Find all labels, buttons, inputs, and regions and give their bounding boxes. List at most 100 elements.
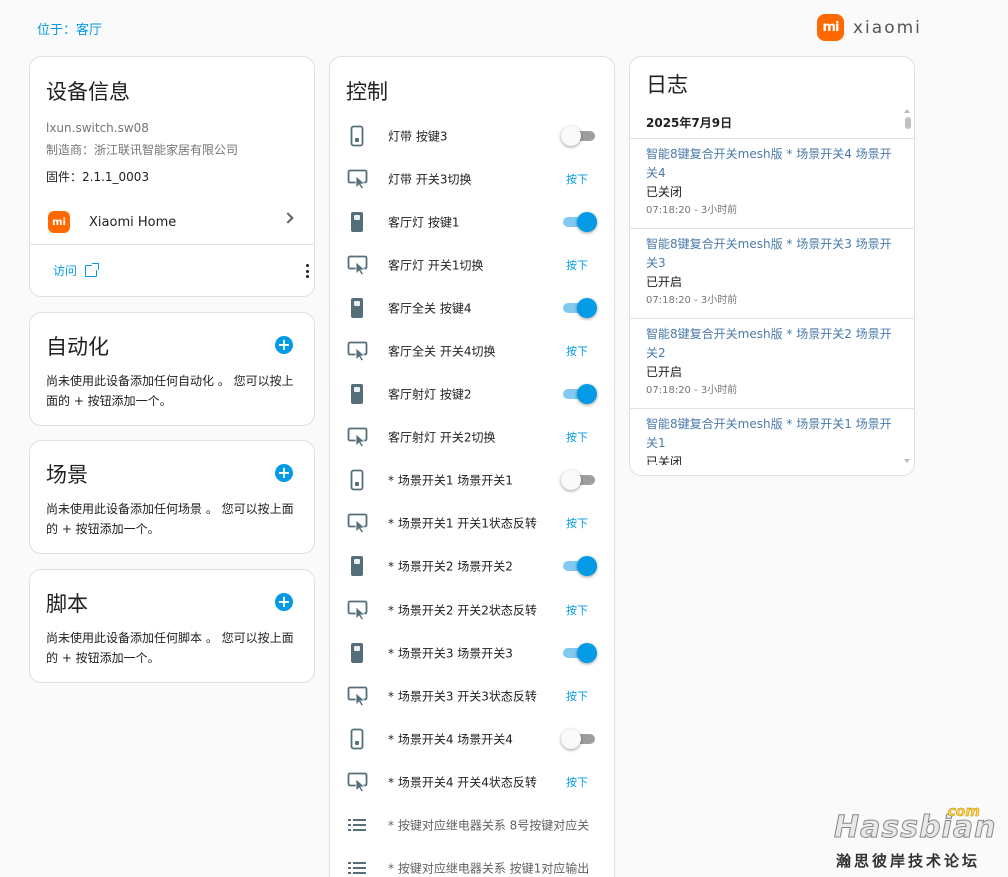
log-entry: 智能8键复合开关mesh版 * 场景开关2 场景开关2 已开启 07:18:20 -…: [630, 319, 914, 409]
add-automation-icon[interactable]: +: [275, 336, 293, 354]
watermark-suffix: com: [947, 804, 980, 821]
control-label: * 场景开关4 场景开关4: [388, 732, 513, 747]
log-state: 已关闭: [646, 185, 683, 199]
control-row-button[interactable]: 客厅灯 开关1切换 按下: [330, 243, 614, 286]
logbook-list[interactable]: 2025年7月9日 智能8键复合开关mesh版 * 场景开关4 场景开关4 已关闭…: [630, 107, 914, 465]
log-entity-link[interactable]: 智能8键复合开关mesh版 * 场景开关2 场景开关2: [646, 325, 898, 363]
press-button[interactable]: 按下: [566, 602, 588, 618]
device-model: lxun.switch.sw08: [46, 121, 149, 135]
press-button[interactable]: 按下: [566, 515, 588, 531]
control-label: * 场景开关4 开关4状态反转: [388, 775, 537, 790]
device-info-title: 设备信息: [46, 80, 130, 104]
control-row-switch[interactable]: * 场景开关1 场景开关1: [330, 459, 614, 502]
automation-empty-text: 尚未使用此设备添加任何自动化 。 您可以按上面的 + 按钮添加一个。: [46, 374, 294, 408]
press-button[interactable]: 按下: [566, 171, 588, 187]
control-label: 客厅射灯 开关2切换: [388, 430, 496, 445]
logbook-title: 日志: [646, 73, 688, 97]
toggle-switch[interactable]: [561, 728, 597, 749]
device-manufacturer: 制造商：浙江联讯智能家居有限公司: [46, 143, 239, 157]
script-card: 脚本 + 尚未使用此设备添加任何脚本 。 您可以按上面的 + 按钮添加一个。: [29, 569, 315, 683]
control-row-switch[interactable]: 客厅射灯 按键2: [330, 373, 614, 416]
more-options-icon[interactable]: [302, 262, 312, 280]
log-entry: 智能8键复合开关mesh版 * 场景开关3 场景开关3 已开启 07:18:20 -…: [630, 229, 914, 319]
gesture-tap-button-icon: [347, 771, 368, 793]
scene-empty-text: 尚未使用此设备添加任何场景 。 您可以按上面的 + 按钮添加一个。: [46, 502, 294, 536]
scroll-up-arrow-icon[interactable]: [904, 109, 910, 113]
log-entity-link[interactable]: 智能8键复合开关mesh版 * 场景开关3 场景开关3: [646, 235, 898, 273]
control-label: 客厅全关 开关4切换: [388, 344, 496, 359]
control-row-switch[interactable]: * 场景开关2 场景开关2: [330, 545, 614, 588]
toggle-switch[interactable]: [563, 297, 597, 318]
light-switch-icon: [347, 211, 367, 233]
scroll-down-arrow-icon[interactable]: [904, 459, 910, 463]
automation-card: 自动化 + 尚未使用此设备添加任何自动化 。 您可以按上面的 + 按钮添加一个。: [29, 312, 315, 426]
mi-logo-icon: mi: [817, 14, 844, 41]
gesture-tap-button-icon: [347, 512, 368, 534]
breadcrumb[interactable]: 位于：客厅: [37, 19, 102, 38]
visit-label: 访问: [53, 264, 78, 278]
press-button[interactable]: 按下: [566, 429, 588, 445]
control-label: 灯带 按键3: [388, 129, 448, 144]
script-empty-text: 尚未使用此设备添加任何脚本 。 您可以按上面的 + 按钮添加一个。: [46, 631, 294, 665]
control-row-button[interactable]: * 场景开关2 开关2状态反转 按下: [330, 588, 614, 631]
control-label: * 场景开关1 开关1状态反转: [388, 516, 537, 531]
toggle-switch[interactable]: [563, 211, 597, 232]
log-entity-link[interactable]: 智能8键复合开关mesh版 * 场景开关1 场景开关1: [646, 415, 898, 453]
light-switch-icon: [347, 297, 367, 319]
controls-list: 灯带 按键3 灯带 开关3切换 按下 客厅灯 按键1 客厅灯 开关1切换 按下 客厅全关 按…: [330, 114, 614, 877]
integration-row[interactable]: mi Xiaomi Home: [30, 200, 314, 244]
control-label: * 场景开关2 开关2状态反转: [388, 603, 537, 618]
toggle-switch[interactable]: [561, 470, 597, 491]
control-row-button[interactable]: * 场景开关3 开关3状态反转 按下: [330, 674, 614, 717]
log-state: 已开启: [646, 365, 683, 379]
toggle-switch[interactable]: [563, 556, 597, 577]
control-label: * 按键对应继电器关系 按键1对应输出: [388, 861, 590, 876]
press-button[interactable]: 按下: [566, 257, 588, 273]
watermark-subtitle: 瀚思彼岸技术论坛: [836, 852, 981, 870]
control-row-button[interactable]: * 场景开关4 开关4状态反转 按下: [330, 760, 614, 803]
toggle-switch[interactable]: [563, 384, 597, 405]
control-row-button[interactable]: * 场景开关1 开关1状态反转 按下: [330, 502, 614, 545]
control-row-button[interactable]: 灯带 开关3切换 按下: [330, 157, 614, 200]
visit-link[interactable]: 访问: [53, 262, 100, 279]
log-entity-link[interactable]: 智能8键复合开关mesh版 * 场景开关4 场景开关4: [646, 145, 898, 183]
light-switch-icon: [347, 383, 367, 405]
press-button[interactable]: 按下: [566, 343, 588, 359]
log-time: 07:18:20 - 3小时前: [646, 385, 738, 396]
gesture-tap-button-icon: [347, 340, 368, 362]
control-row-button[interactable]: 客厅射灯 开关2切换 按下: [330, 416, 614, 459]
add-scene-icon[interactable]: +: [275, 464, 293, 482]
logbook-card: 日志 2025年7月9日 智能8键复合开关mesh版 * 场景开关4 场景开关4…: [629, 56, 915, 476]
control-row-switch[interactable]: 客厅灯 按键1: [330, 200, 614, 243]
toggle-switch[interactable]: [563, 642, 597, 663]
chevron-right-icon: [282, 212, 294, 224]
control-label: 客厅射灯 按键2: [388, 387, 472, 402]
control-row-select[interactable]: * 按键对应继电器关系 8号按键对应关: [330, 804, 614, 847]
control-row-button[interactable]: 客厅全关 开关4切换 按下: [330, 329, 614, 372]
control-row-switch[interactable]: 灯带 按键3: [330, 114, 614, 157]
scrollbar-thumb[interactable]: [905, 117, 911, 129]
log-entry: 智能8键复合开关mesh版 * 场景开关4 场景开关4 已关闭 07:18:20 -…: [630, 139, 914, 229]
format-list-bulleted-icon: [347, 814, 367, 836]
device-info-card: 设备信息 lxun.switch.sw08 制造商：浙江联讯智能家居有限公司 固…: [29, 56, 315, 297]
open-external-icon: [85, 262, 100, 277]
log-time: 07:18:20 - 3小时前: [646, 205, 738, 216]
watermark: Hassbian com 瀚思彼岸技术论坛: [832, 804, 1002, 874]
log-date: 2025年7月9日: [630, 107, 914, 139]
control-row-switch[interactable]: * 场景开关3 场景开关3: [330, 631, 614, 674]
control-label: 灯带 开关3切换: [388, 172, 472, 187]
toggle-switch[interactable]: [561, 125, 597, 146]
control-label: 客厅灯 开关1切换: [388, 258, 484, 273]
control-row-select[interactable]: * 按键对应继电器关系 按键1对应输出: [330, 847, 614, 877]
control-label: * 场景开关1 场景开关1: [388, 473, 513, 488]
gesture-tap-button-icon: [347, 685, 368, 707]
add-script-icon[interactable]: +: [275, 593, 293, 611]
log-entry: 智能8键复合开关mesh版 * 场景开关1 场景开关1已关闭07:18:20 -…: [630, 409, 914, 465]
integration-label: Xiaomi Home: [89, 214, 177, 230]
press-button[interactable]: 按下: [566, 688, 588, 704]
control-label: * 场景开关2 场景开关2: [388, 559, 513, 574]
press-button[interactable]: 按下: [566, 774, 588, 790]
control-row-switch[interactable]: 客厅全关 按键4: [330, 286, 614, 329]
control-row-switch[interactable]: * 场景开关4 场景开关4: [330, 717, 614, 760]
divider: [30, 244, 314, 245]
